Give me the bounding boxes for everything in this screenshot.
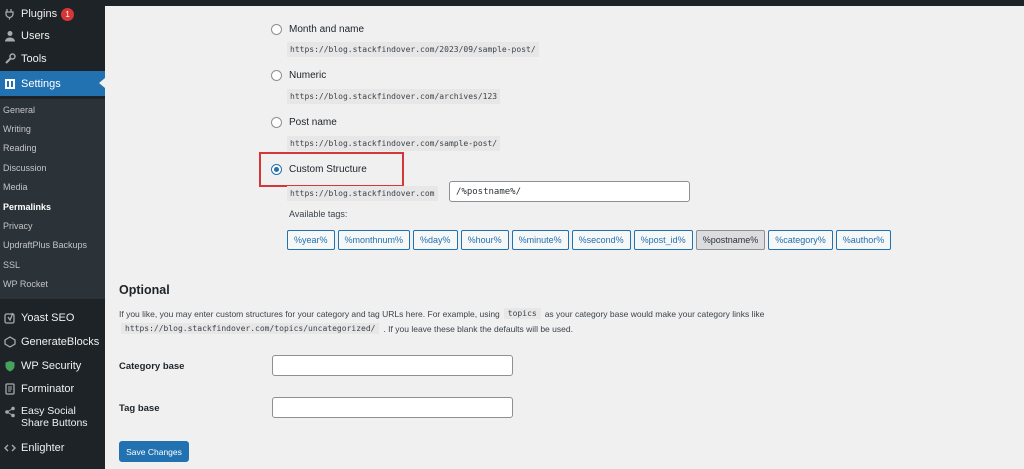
- tag-button-postname[interactable]: %postname%: [695, 230, 766, 250]
- admin-bar: [105, 0, 1024, 6]
- menu-label: Enlighter: [21, 442, 65, 454]
- menu-label: GenerateBlocks: [21, 336, 100, 348]
- tag-base-input[interactable]: [272, 397, 513, 418]
- submenu-item-permalinks[interactable]: Permalinks: [3, 202, 51, 212]
- menu-item-forminator[interactable]: Forminator: [0, 377, 105, 401]
- example-url: https://blog.stackfindover.com/sample-po…: [287, 136, 501, 151]
- code-icon: [3, 441, 17, 455]
- menu-item-enlighter[interactable]: Enlighter: [0, 436, 105, 460]
- update-count-badge: 1: [61, 7, 75, 21]
- menu-item-plugins[interactable]: Plugins 1: [0, 2, 105, 26]
- submenu-item-reading[interactable]: Reading: [3, 143, 37, 153]
- settings-submenu: General Writing Reading Discussion Media…: [0, 99, 105, 299]
- submenu-item-general[interactable]: General: [3, 105, 35, 115]
- generateblocks-icon: [3, 335, 17, 349]
- example-url: https://blog.stackfindover.com/archives/…: [287, 89, 501, 104]
- yoast-icon: [3, 311, 17, 325]
- description-text: If you like, you may enter custom struct…: [119, 308, 500, 319]
- tag-button-second[interactable]: %second%: [571, 230, 631, 250]
- tag-base-label: Tag base: [119, 403, 160, 414]
- menu-label: Forminator: [21, 383, 75, 395]
- radio-post-name[interactable]: [271, 117, 282, 128]
- example-code: topics: [503, 308, 541, 319]
- description-text: as your category base would make your ca…: [544, 308, 765, 319]
- optional-description-line2: https://blog.stackfindover.com/topics/un…: [119, 323, 573, 334]
- tag-button-category[interactable]: %category%: [768, 230, 833, 250]
- permalink-option-month-name[interactable]: Month and name: [271, 24, 364, 35]
- submenu-item-privacy[interactable]: Privacy: [3, 221, 33, 231]
- tag-button-author[interactable]: %author%: [835, 230, 892, 250]
- custom-structure-input[interactable]: /%postname%/: [449, 181, 690, 202]
- submenu-item-wp-rocket[interactable]: WP Rocket: [3, 279, 48, 289]
- option-label: Month and name: [289, 24, 365, 35]
- menu-label: Easy Social Share Buttons: [21, 405, 88, 429]
- menu-item-generateblocks[interactable]: GenerateBlocks: [0, 330, 105, 354]
- menu-item-tools[interactable]: Tools: [0, 47, 105, 71]
- menu-item-easy-social-share[interactable]: Easy Social Share Buttons: [0, 402, 105, 434]
- menu-item-users[interactable]: Users: [0, 24, 105, 48]
- shield-icon: [3, 359, 17, 373]
- menu-label: Plugins: [21, 8, 58, 20]
- option-label: Numeric: [289, 70, 327, 81]
- menu-item-yoast-seo[interactable]: Yoast SEO: [0, 306, 105, 330]
- tools-icon: [3, 52, 17, 66]
- tag-button-post-id[interactable]: %post_id%: [633, 230, 693, 250]
- settings-icon: [3, 77, 17, 91]
- menu-label: Tools: [21, 53, 47, 65]
- example-code: https://blog.stackfindover.com/topics/un…: [121, 323, 380, 334]
- example-url: https://blog.stackfindover.com/2023/09/s…: [287, 42, 539, 57]
- available-tags-list: %year% %monthnum% %day% %hour% %minute% …: [287, 230, 892, 250]
- save-changes-button[interactable]: Save Changes: [119, 441, 189, 462]
- submenu-item-ssl[interactable]: SSL: [3, 260, 20, 270]
- submenu-item-discussion[interactable]: Discussion: [3, 163, 47, 173]
- permalink-option-numeric[interactable]: Numeric: [271, 70, 326, 81]
- submenu-item-media[interactable]: Media: [3, 182, 28, 192]
- optional-description: If you like, you may enter custom struct…: [119, 308, 764, 319]
- forminator-icon: [3, 382, 17, 396]
- menu-item-wp-security[interactable]: WP Security: [0, 354, 105, 378]
- menu-label: Yoast SEO: [21, 312, 75, 324]
- tag-button-day[interactable]: %day%: [413, 230, 458, 250]
- category-base-input[interactable]: [272, 355, 513, 376]
- menu-item-settings[interactable]: Settings: [0, 71, 105, 96]
- tag-button-year[interactable]: %year%: [287, 230, 335, 250]
- optional-section-title: Optional: [119, 283, 170, 297]
- submenu-item-updraftplus[interactable]: UpdraftPlus Backups: [3, 240, 87, 250]
- submenu-item-writing[interactable]: Writing: [3, 124, 31, 134]
- admin-sidebar: Plugins 1 Users Tools Settings General W…: [0, 0, 105, 469]
- option-label: Post name: [289, 117, 337, 128]
- radio-month-name[interactable]: [271, 24, 282, 35]
- plugins-icon: [3, 7, 17, 21]
- menu-label: Settings: [21, 77, 61, 90]
- users-icon: [3, 29, 17, 43]
- tag-button-monthnum[interactable]: %monthnum%: [337, 230, 411, 250]
- custom-structure-prefix: https://blog.stackfindover.com: [287, 186, 438, 201]
- menu-label: WP Security: [21, 360, 82, 372]
- active-indicator-arrow: [99, 78, 105, 88]
- tag-button-minute[interactable]: %minute%: [511, 230, 569, 250]
- category-base-label: Category base: [119, 361, 185, 372]
- annotation-highlight-box: [259, 152, 404, 187]
- available-tags-label: Available tags:: [289, 209, 348, 219]
- share-icon: [3, 405, 17, 419]
- description-text: . If you leave these blank the defaults …: [383, 323, 573, 334]
- menu-label: Users: [21, 30, 50, 42]
- radio-numeric[interactable]: [271, 70, 282, 81]
- permalink-option-post-name[interactable]: Post name: [271, 117, 337, 128]
- tag-button-hour[interactable]: %hour%: [460, 230, 509, 250]
